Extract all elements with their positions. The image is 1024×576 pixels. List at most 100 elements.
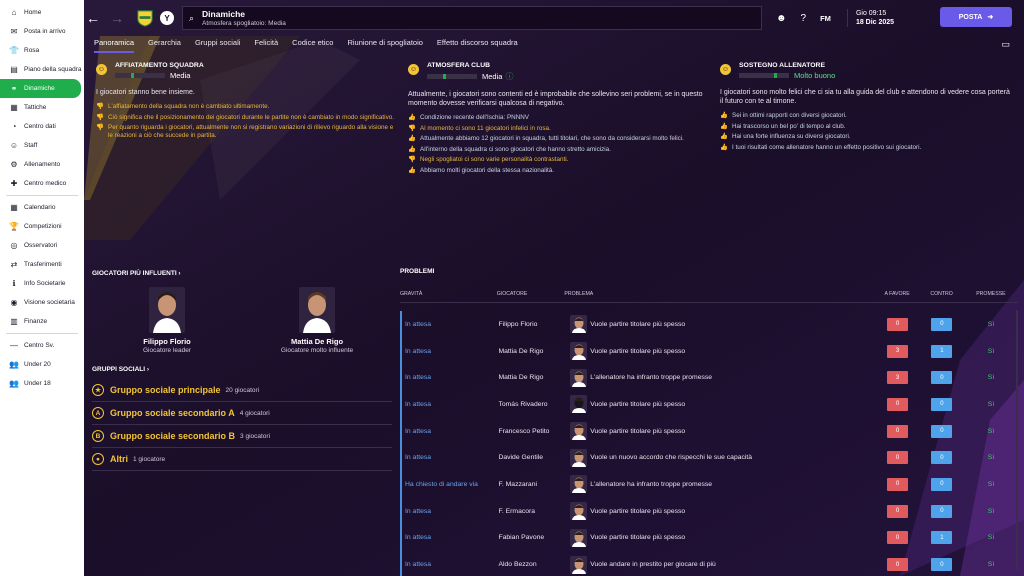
severity-cell[interactable]: In attesa xyxy=(402,401,498,408)
contro-count[interactable]: 0 xyxy=(931,504,953,518)
sidebar-item-under-20[interactable]: 👥 Under 20 xyxy=(0,355,84,374)
contro-count[interactable]: 1 xyxy=(931,531,953,545)
player-cell[interactable]: Tomás Rivadero xyxy=(498,401,565,408)
sidebar-item-centro-sv-[interactable]: — Centro Sv. xyxy=(0,336,84,355)
posta-button[interactable]: POSTA ➜ xyxy=(940,7,1012,27)
game-date[interactable]: Gio 09:15 18 Dic 2025 xyxy=(846,9,894,27)
severity-cell[interactable]: Ha chiesto di andare via xyxy=(402,481,498,488)
sidebar-item-staff[interactable]: ☺ Staff xyxy=(0,136,84,155)
sidebar-item-piano-della-squadra[interactable]: ▤ Piano della squadra xyxy=(0,60,84,79)
header-problema[interactable]: PROBLEMA xyxy=(564,291,874,302)
table-row[interactable]: In attesa Fabian Pavone Vuole partire tito… xyxy=(402,525,1018,552)
table-row[interactable]: In attesa Tomás Rivadero Vuole partire tit… xyxy=(402,391,1018,418)
favore-count[interactable]: 0 xyxy=(887,451,909,465)
sidebar-item-calendario[interactable]: ▦ Calendario xyxy=(0,198,84,217)
favore-count[interactable]: 0 xyxy=(887,531,909,545)
sidebar-item-finanze[interactable]: ▥ Finanze xyxy=(0,312,84,331)
favore-count[interactable]: 0 xyxy=(887,397,909,411)
player-cell[interactable]: F. Mazzarani xyxy=(498,481,565,488)
favore-count[interactable]: 0 xyxy=(887,558,909,572)
contro-count[interactable]: 1 xyxy=(931,344,953,358)
search-bar[interactable]: ⌕ Dinamiche Atmosfera spogliatoio: Media xyxy=(182,6,762,30)
influential-player[interactable]: Mattia De Rigo Giocatore molto influente xyxy=(242,287,392,354)
card-title[interactable]: AFFIATAMENTO SQUADRA xyxy=(115,62,204,69)
social-group-row[interactable]: ★ Gruppo sociale principale 20 giocatori xyxy=(92,379,392,402)
favore-count[interactable]: 3 xyxy=(887,371,909,385)
player-cell[interactable]: Fabian Pavone xyxy=(498,534,565,541)
club-crest-icon[interactable] xyxy=(136,9,154,27)
card-title[interactable]: ATMOSFERA CLUB xyxy=(427,62,513,69)
sidebar-item-info-societarie[interactable]: ℹ Info Societarie xyxy=(0,274,84,293)
contro-count[interactable]: 0 xyxy=(931,317,953,331)
social-groups-title[interactable]: GRUPPI SOCIALI › xyxy=(92,366,392,373)
sidebar-item-centro-medico[interactable]: ✚ Centro medico xyxy=(0,174,84,193)
back-arrow-icon[interactable]: ← xyxy=(84,10,102,26)
contro-count[interactable]: 0 xyxy=(931,451,953,465)
table-row[interactable]: In attesa Aldo Bezzon Vuole andare in pres… xyxy=(402,551,1018,576)
contro-count[interactable]: 0 xyxy=(931,477,953,491)
player-cell[interactable]: Mattia De Rigo xyxy=(498,348,565,355)
tab-effetto-discorso-squadra[interactable]: Effetto discorso squadra xyxy=(437,38,518,53)
tab-felicit-[interactable]: Felicità xyxy=(254,38,278,53)
severity-cell[interactable]: In attesa xyxy=(402,374,498,381)
sidebar-item-centro-dati[interactable]: ◔ Centro dati xyxy=(0,117,84,136)
contro-count[interactable]: 0 xyxy=(931,424,953,438)
forward-arrow-icon[interactable]: → xyxy=(108,10,126,26)
tab-gruppi-sociali[interactable]: Gruppi sociali xyxy=(195,38,240,53)
sidebar-item-under-18[interactable]: 👥 Under 18 xyxy=(0,374,84,393)
club-letter-badge[interactable]: Y xyxy=(160,11,174,25)
info-circle-icon[interactable]: ⓘ xyxy=(505,71,513,82)
header-favore[interactable]: A FAVORE xyxy=(875,291,919,302)
severity-cell[interactable]: In attesa xyxy=(402,508,498,515)
table-row[interactable]: In attesa F. Ermacora Vuole partire titola… xyxy=(402,498,1018,525)
sidebar-item-tattiche[interactable]: ▦ Tattiche xyxy=(0,98,84,117)
player-cell[interactable]: F. Ermacora xyxy=(498,508,565,515)
table-row[interactable]: In attesa Francesco Petito Vuole partire t… xyxy=(402,418,1018,445)
sidebar-item-rosa[interactable]: 👕 Rosa xyxy=(0,41,84,60)
sidebar-item-visione-societaria[interactable]: ◉ Visione societaria xyxy=(0,293,84,312)
header-contro[interactable]: CONTRO xyxy=(919,291,963,302)
tab-codice-etico[interactable]: Codice etico xyxy=(292,38,333,53)
table-row[interactable]: In attesa Mattia De Rigo Vuole partire tit… xyxy=(402,338,1018,365)
player-cell[interactable]: Mattia De Rigo xyxy=(498,374,565,381)
player-cell[interactable]: Filippo Florio xyxy=(498,321,565,328)
social-group-row[interactable]: A Gruppo sociale secondario A 4 giocatori xyxy=(92,402,392,425)
sidebar-item-posta-in-arrivo[interactable]: ✉ Posta in arrivo xyxy=(0,22,84,41)
severity-cell[interactable]: In attesa xyxy=(402,348,498,355)
monitor-icon[interactable]: ▭ xyxy=(1001,39,1010,50)
header-gravita[interactable]: GRAVITÀ xyxy=(400,291,497,302)
fm-menu-button[interactable]: FM xyxy=(820,14,831,23)
sidebar-item-dinamiche[interactable]: ⚭ Dinamiche xyxy=(0,79,81,98)
sidebar-item-osservatori[interactable]: ◎ Osservatori xyxy=(0,236,84,255)
help-icon[interactable]: ? xyxy=(801,13,807,24)
favore-count[interactable]: 0 xyxy=(887,477,909,491)
severity-cell[interactable]: In attesa xyxy=(402,428,498,435)
table-row[interactable]: In attesa Mattia De Rigo L'allenatore ha i… xyxy=(402,364,1018,391)
influential-title[interactable]: GIOCATORI PIÙ INFLUENTI › xyxy=(92,270,392,277)
table-row[interactable]: In attesa Filippo Florio Vuole partire tit… xyxy=(402,311,1018,338)
favore-count[interactable]: 3 xyxy=(887,344,909,358)
severity-cell[interactable]: In attesa xyxy=(402,561,498,568)
header-giocatore[interactable]: GIOCATORE xyxy=(497,291,565,302)
contro-count[interactable]: 0 xyxy=(931,371,953,385)
sidebar-item-allenamento[interactable]: ⚙ Allenamento xyxy=(0,155,84,174)
sidebar-item-trasferimenti[interactable]: ⇄ Trasferimenti xyxy=(0,255,84,274)
contro-count[interactable]: 0 xyxy=(931,558,953,572)
tab-panoramica[interactable]: Panoramica xyxy=(94,38,135,53)
card-title[interactable]: SOSTEGNO ALLENATORE xyxy=(739,62,835,69)
header-promesse[interactable]: PROMESSE xyxy=(964,291,1018,302)
severity-cell[interactable]: In attesa xyxy=(402,321,498,328)
favore-count[interactable]: 0 xyxy=(887,504,909,518)
tab-riunione-di-spogliatoio[interactable]: Riunione di spogliatoio xyxy=(347,38,422,53)
player-cell[interactable]: Francesco Petito xyxy=(498,428,565,435)
severity-cell[interactable]: In attesa xyxy=(402,534,498,541)
table-row[interactable]: In attesa Davide Gentile Vuole un nuovo ac… xyxy=(402,444,1018,471)
table-row[interactable]: Ha chiesto di andare via F. Mazzarani L'al… xyxy=(402,471,1018,498)
social-group-row[interactable]: B Gruppo sociale secondario B 3 giocatori xyxy=(92,425,392,448)
favore-count[interactable]: 0 xyxy=(887,317,909,331)
player-cell[interactable]: Aldo Bezzon xyxy=(498,561,565,568)
player-cell[interactable]: Davide Gentile xyxy=(498,454,565,461)
sidebar-item-home[interactable]: ⌂ Home xyxy=(0,3,84,22)
sidebar-item-competizioni[interactable]: 🏆 Competizioni xyxy=(0,217,84,236)
tab-gerarchia[interactable]: Gerarchia xyxy=(148,38,181,53)
